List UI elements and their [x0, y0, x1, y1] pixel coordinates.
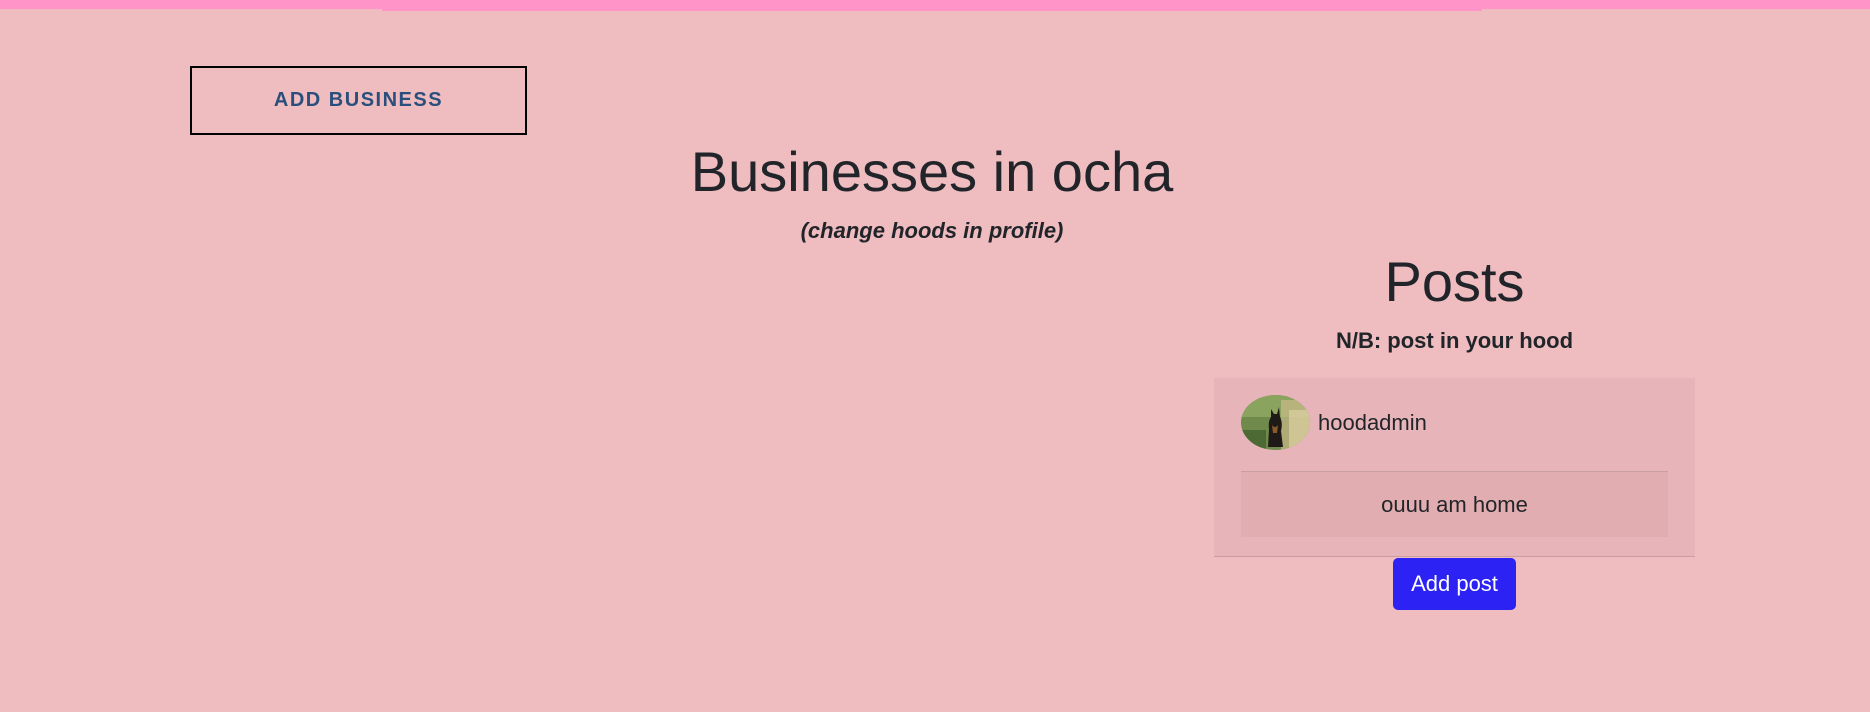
top-accent-bar-center	[382, 0, 1482, 11]
page-subtitle: (change hoods in profile)	[800, 218, 1064, 243]
avatar[interactable]	[1241, 395, 1310, 450]
dog-photo-icon	[1241, 395, 1310, 450]
posts-title: Posts	[1384, 250, 1525, 313]
post-card: hoodadmin ouuu am home	[1214, 378, 1695, 557]
page-title: Businesses in ocha	[690, 140, 1174, 203]
posts-section: Posts N/B: post in your hood hoodadmin o…	[1214, 250, 1695, 610]
post-author: hoodadmin	[1318, 409, 1427, 435]
post-content: ouuu am home	[1241, 472, 1668, 537]
add-business-button[interactable]: ADD BUSINESS	[190, 66, 527, 135]
add-post-button[interactable]: Add post	[1393, 558, 1516, 610]
posts-note: N/B: post in your hood	[1335, 328, 1574, 353]
post-header: hoodadmin	[1241, 395, 1668, 472]
